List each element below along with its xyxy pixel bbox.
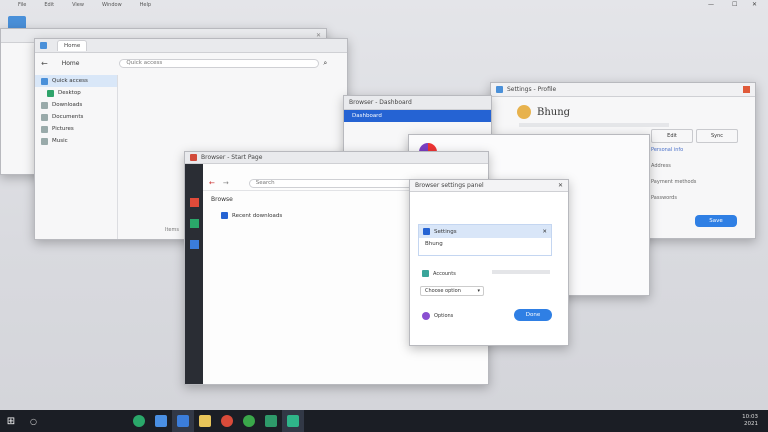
folder-icon xyxy=(40,42,47,49)
music-icon xyxy=(41,137,48,145)
sidebar-item[interactable]: Downloads xyxy=(35,99,117,111)
search-box[interactable]: ○ xyxy=(22,410,120,432)
option-dropdown[interactable]: Choose option ▾ xyxy=(420,286,484,296)
status-text: Items xyxy=(165,227,179,233)
row-accounts[interactable]: Accounts xyxy=(422,270,456,277)
page-title: Browse xyxy=(211,196,233,203)
forward-arrow-icon[interactable]: → xyxy=(223,179,229,187)
clock-time: 10:03 xyxy=(742,414,758,420)
downloads-icon xyxy=(41,101,48,109)
browser-icon xyxy=(496,86,503,93)
settings-line[interactable]: Payment methods xyxy=(651,179,696,185)
settings-line[interactable]: Address xyxy=(651,163,671,169)
slider[interactable] xyxy=(492,270,550,274)
app-icon[interactable] xyxy=(189,219,199,228)
dashboard-header: Dashboard xyxy=(344,110,491,122)
menu-item[interactable]: Help xyxy=(140,2,151,8)
menu-item[interactable]: Edit xyxy=(44,2,54,8)
back-arrow-icon[interactable]: ← xyxy=(41,59,48,68)
menu-item[interactable]: Window xyxy=(102,2,122,8)
sidebar-item[interactable]: Pictures xyxy=(35,123,117,135)
divider xyxy=(519,123,669,127)
field-group: Settings ✕ Bhung xyxy=(418,224,552,256)
settings-icon xyxy=(423,228,430,235)
field-value[interactable]: Bhung xyxy=(419,238,551,250)
save-button[interactable]: Save xyxy=(695,215,737,227)
clock-date: 2021 xyxy=(744,421,758,427)
taskbar-app[interactable] xyxy=(172,410,194,432)
taskbar-app[interactable] xyxy=(282,410,304,432)
close-icon[interactable]: ✕ xyxy=(558,182,563,189)
browser-icon xyxy=(190,154,197,161)
left-dock xyxy=(185,164,203,384)
taskbar: ⊞ ○ 10:03 2021 xyxy=(0,410,768,432)
taskbar-app[interactable] xyxy=(238,410,260,432)
top-menu-bar: File Edit View Window Help xyxy=(0,0,768,9)
dialog-title: Browser settings panel xyxy=(415,182,484,189)
settings-line[interactable]: Passwords xyxy=(651,195,677,201)
sidebar-item[interactable]: Documents xyxy=(35,111,117,123)
field-header: Settings ✕ xyxy=(419,225,551,238)
chevron-down-icon: ▾ xyxy=(477,288,480,294)
maximize-icon[interactable]: ☐ xyxy=(732,1,737,8)
clock[interactable]: 10:03 2021 xyxy=(742,414,758,428)
settings-line[interactable]: Personal info xyxy=(651,147,683,153)
desktop-icon xyxy=(47,89,54,97)
pictures-icon xyxy=(41,125,48,133)
close-icon[interactable]: ✕ xyxy=(542,229,547,235)
minimize-icon[interactable]: — xyxy=(708,1,714,8)
menu-item[interactable]: File xyxy=(18,2,26,8)
footer-options[interactable]: Options xyxy=(422,312,453,320)
address-bar[interactable]: Quick access xyxy=(119,58,320,68)
tab-home[interactable]: Home xyxy=(57,40,88,51)
list-item[interactable]: Recent downloads xyxy=(221,212,282,219)
app-icon[interactable] xyxy=(189,198,199,207)
taskbar-app[interactable] xyxy=(150,410,172,432)
accounts-icon xyxy=(422,270,429,277)
taskbar-app[interactable] xyxy=(194,410,216,432)
documents-icon xyxy=(41,113,48,121)
close-icon[interactable] xyxy=(743,86,750,93)
menu-item[interactable]: View xyxy=(72,2,84,8)
sidebar: Quick access Desktop Downloads Documents… xyxy=(35,75,118,239)
sync-button[interactable]: Sync xyxy=(696,129,738,143)
download-icon xyxy=(221,212,228,219)
taskbar-app[interactable] xyxy=(216,410,238,432)
tab-settings[interactable]: Settings - Profile xyxy=(507,86,556,93)
sidebar-item[interactable]: Quick access xyxy=(35,75,117,87)
search-icon[interactable]: ⌕ xyxy=(323,59,327,68)
app-icon[interactable] xyxy=(189,240,199,249)
start-button[interactable]: ⊞ xyxy=(0,410,22,432)
sidebar-item[interactable]: Desktop xyxy=(35,87,117,99)
sidebar-item[interactable]: Music xyxy=(35,135,117,147)
options-icon xyxy=(422,312,430,320)
search-icon: ○ xyxy=(30,416,37,426)
taskbar-app[interactable] xyxy=(260,410,282,432)
settings-dialog: Browser settings panel ✕ Settings ✕ Bhung… xyxy=(409,179,569,346)
back-arrow-icon[interactable]: ← xyxy=(209,179,215,187)
windows-icon: ⊞ xyxy=(6,415,16,427)
address-text: Quick access xyxy=(126,60,163,66)
tab-start[interactable]: Browser - Start Page xyxy=(201,154,262,161)
close-icon[interactable]: ✕ xyxy=(752,1,757,8)
profile-name: Bhung xyxy=(537,106,571,118)
edit-button[interactable]: Edit xyxy=(651,129,693,143)
tab-dashboard[interactable]: Browser - Dashboard xyxy=(349,99,412,106)
taskbar-app[interactable] xyxy=(128,410,150,432)
avatar xyxy=(517,105,531,119)
page-title: Home xyxy=(61,59,80,67)
done-button[interactable]: Done xyxy=(514,309,552,321)
star-icon xyxy=(41,77,48,85)
